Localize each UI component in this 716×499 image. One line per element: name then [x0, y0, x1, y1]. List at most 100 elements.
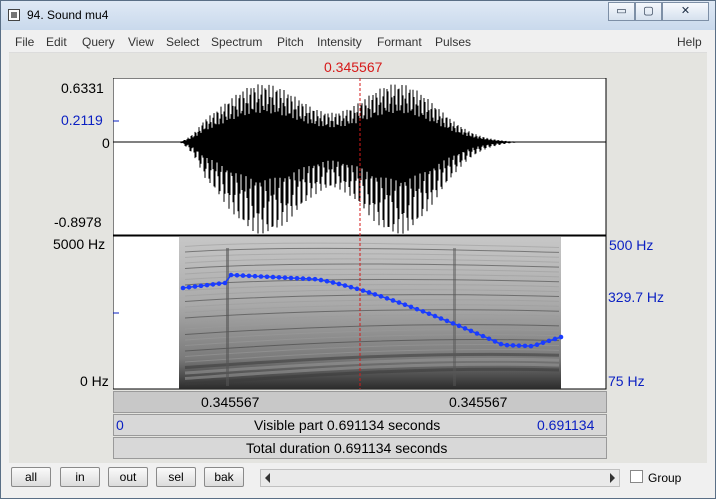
- spectrogram-top-label: 5000 Hz: [53, 236, 106, 252]
- pitch-point: [198, 283, 204, 289]
- signal-display[interactable]: [113, 78, 607, 390]
- pitch-point: [360, 288, 366, 293]
- time-bar-left: 0.345567: [201, 394, 260, 410]
- total-duration-label: Total duration 0.691134 seconds: [246, 440, 448, 456]
- menu-bar: File Edit Query View Select Spectrum Pit…: [9, 32, 707, 53]
- group-checkbox[interactable]: [630, 470, 643, 483]
- zoom-back-button[interactable]: bak: [204, 467, 244, 487]
- time-bar-right: 0.345567: [449, 394, 508, 410]
- pitch-point: [420, 309, 426, 314]
- pitch-point: [402, 302, 408, 308]
- zoom-all-button[interactable]: all: [11, 467, 51, 487]
- pitch-point: [414, 306, 420, 312]
- pitch-point: [336, 281, 342, 287]
- glottal-closure-mark-2: [453, 248, 456, 386]
- pitch-point: [372, 292, 378, 297]
- praat-sound-window: 94. Sound mu4 ▭ ▢ ✕ File Edit Query View…: [0, 0, 716, 499]
- zoom-out-button[interactable]: out: [108, 467, 148, 487]
- scroll-left-icon[interactable]: [265, 473, 270, 483]
- pitch-point: [270, 274, 276, 280]
- pitch-point: [306, 276, 312, 282]
- pitch-point: [468, 328, 474, 334]
- title-bar[interactable]: 94. Sound mu4 ▭ ▢ ✕: [1, 1, 715, 30]
- pitch-point: [348, 284, 354, 290]
- pitch-point: [390, 298, 396, 303]
- pitch-point: [546, 338, 552, 344]
- glottal-closure-mark: [226, 248, 229, 386]
- menu-intensity[interactable]: Intensity: [317, 35, 362, 49]
- pitch-point: [426, 311, 432, 317]
- pitch-point: [276, 275, 282, 280]
- waveform-min-label: -0.8978: [54, 214, 102, 230]
- scroll-right-icon[interactable]: [610, 473, 615, 483]
- pitch-point: [408, 304, 414, 310]
- pitch-point: [312, 276, 318, 282]
- total-duration-bar[interactable]: Total duration 0.691134 seconds: [113, 437, 607, 459]
- pitch-point: [222, 280, 228, 286]
- pitch-point: [486, 336, 492, 342]
- visible-part-bar[interactable]: 0 Visible part 0.691134 seconds 0.691134: [113, 414, 607, 436]
- pitch-point: [540, 340, 546, 346]
- pitch-point: [498, 341, 504, 347]
- pitch-point: [240, 273, 246, 278]
- menu-spectrum[interactable]: Spectrum: [211, 35, 262, 49]
- pitch-point: [204, 282, 210, 288]
- menu-help[interactable]: Help: [677, 35, 702, 49]
- menu-view[interactable]: View: [128, 35, 154, 49]
- close-button[interactable]: ✕: [662, 2, 709, 21]
- cursor-time-label: 0.345567: [324, 59, 383, 75]
- pitch-point: [462, 326, 468, 331]
- menu-query[interactable]: Query: [82, 35, 115, 49]
- group-label: Group: [648, 471, 682, 485]
- pitch-point: [504, 342, 510, 348]
- pitch-point: [528, 343, 534, 349]
- pitch-point: [510, 343, 516, 348]
- pitch-point: [180, 285, 186, 291]
- pitch-point: [246, 273, 252, 279]
- pitch-point: [534, 342, 540, 348]
- zoom-in-button[interactable]: in: [60, 467, 100, 487]
- pitch-point: [282, 275, 288, 280]
- horizontal-scrollbar[interactable]: [260, 469, 620, 487]
- menu-edit[interactable]: Edit: [46, 35, 67, 49]
- waveform-max-label: 0.6331: [61, 80, 104, 96]
- pitch-point: [258, 274, 264, 279]
- waveform-cursor-value-label: 0.2119: [61, 112, 103, 128]
- window-title: 94. Sound mu4: [27, 8, 109, 22]
- pitch-top-label: 500 Hz: [609, 237, 654, 253]
- pitch-point: [516, 343, 522, 348]
- visible-start: 0: [116, 417, 124, 433]
- pitch-point: [378, 294, 384, 299]
- visible-part-label: Visible part 0.691134 seconds: [254, 417, 441, 433]
- waveform-zero-label: 0: [102, 135, 110, 151]
- pitch-point: [552, 336, 558, 342]
- pitch-point: [294, 276, 300, 281]
- restore-button[interactable]: ▢: [635, 2, 662, 21]
- pitch-point: [228, 272, 234, 278]
- pitch-point: [216, 281, 222, 286]
- pitch-point: [354, 286, 360, 292]
- pitch-point: [396, 300, 402, 305]
- pitch-point: [318, 277, 324, 283]
- visible-end: 0.691134: [537, 417, 595, 433]
- pitch-point: [366, 290, 372, 295]
- pitch-point: [492, 339, 498, 344]
- pitch-point: [456, 323, 462, 329]
- bottom-toolbar: all in out sel bak Group: [9, 465, 707, 493]
- pitch-point: [288, 275, 294, 281]
- zoom-sel-button[interactable]: sel: [156, 467, 196, 487]
- pitch-point: [444, 318, 450, 324]
- pitch-point: [324, 278, 330, 284]
- pitch-cursor-label: 329.7 Hz: [608, 289, 665, 305]
- editor-panel: 0.345567 0.6331 0.2119 0 -0.8978 5000 Hz…: [9, 53, 707, 463]
- menu-pulses[interactable]: Pulses: [435, 35, 471, 49]
- time-bar[interactable]: 0.345567 0.345567: [113, 391, 607, 413]
- pitch-point: [450, 321, 456, 326]
- pitch-point: [480, 333, 486, 339]
- menu-pitch[interactable]: Pitch: [277, 35, 304, 49]
- pitch-point: [300, 276, 306, 281]
- menu-select[interactable]: Select: [166, 35, 199, 49]
- minimize-button[interactable]: ▭: [608, 2, 635, 21]
- menu-file[interactable]: File: [15, 35, 34, 49]
- menu-formant[interactable]: Formant: [377, 35, 422, 49]
